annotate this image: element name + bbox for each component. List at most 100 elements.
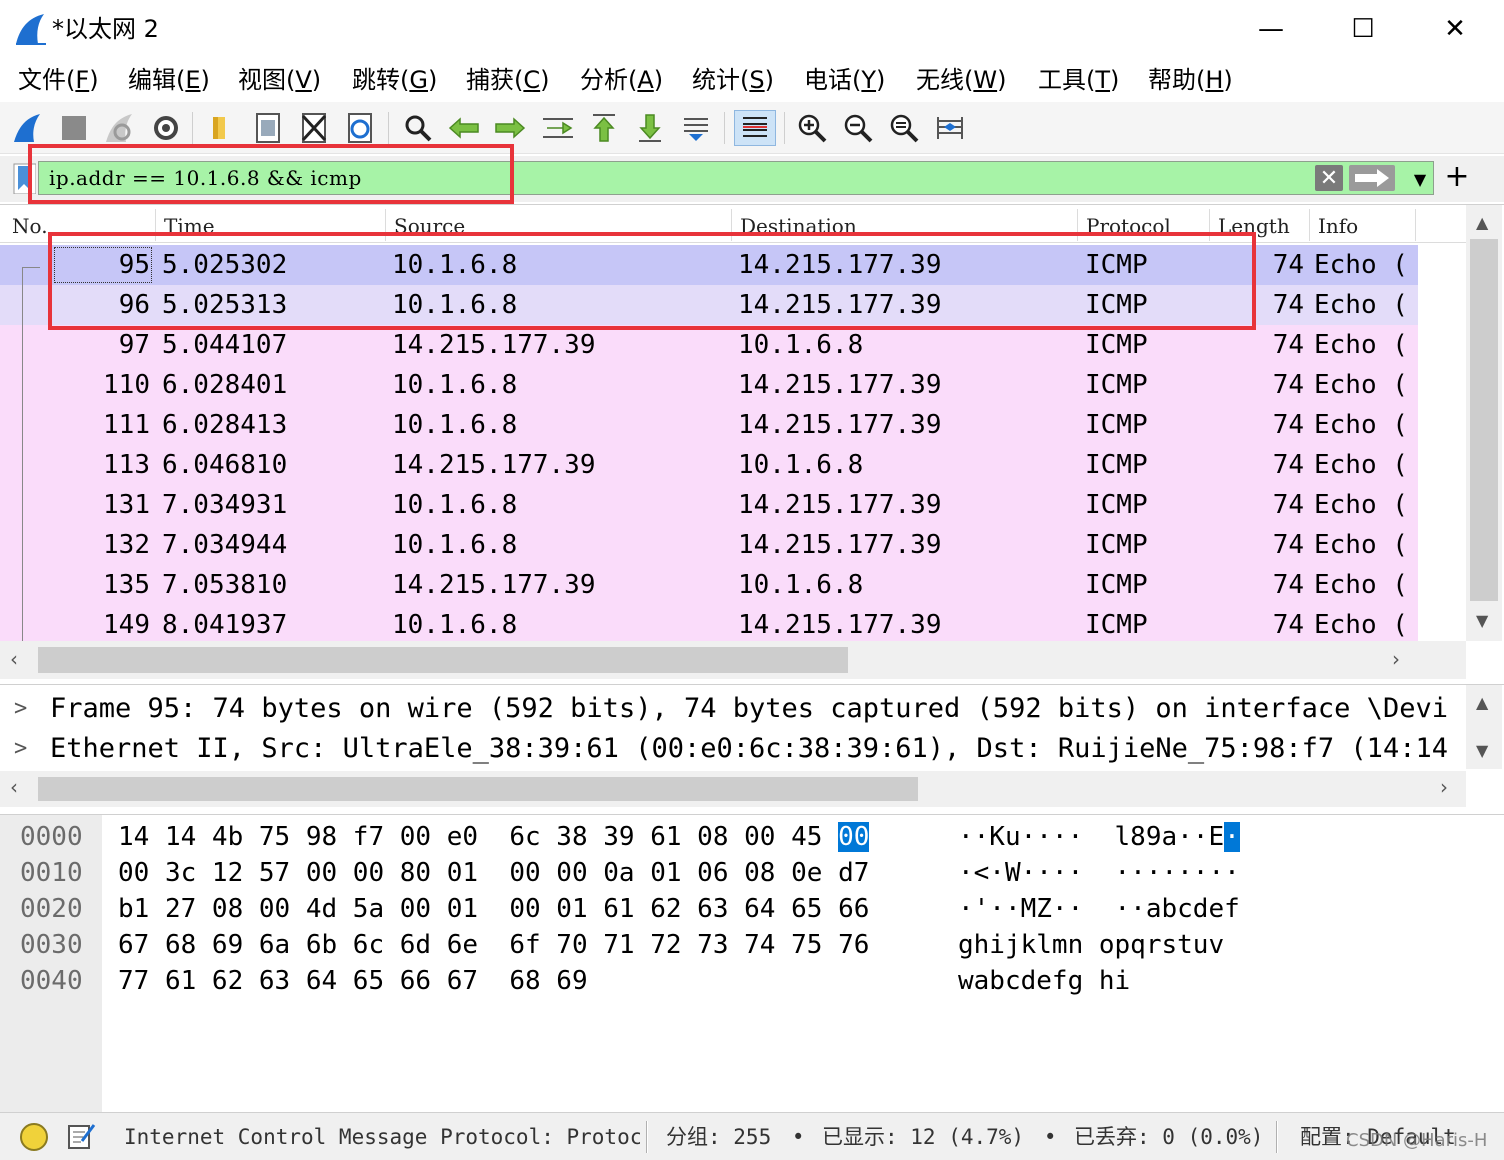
cell-length: 74 — [1272, 370, 1304, 400]
menu-wireless[interactable]: 无线(W) — [916, 64, 1006, 96]
cell-time: 6.046810 — [162, 450, 288, 480]
menu-file[interactable]: 文件(F) — [18, 64, 99, 96]
menu-capture[interactable]: 捕获(C) — [466, 64, 550, 96]
scroll-right-icon[interactable]: › — [1392, 647, 1400, 671]
close-file-icon[interactable] — [296, 110, 332, 146]
column-header-time[interactable]: Time — [156, 209, 386, 241]
menu-help[interactable]: 帮助(H) — [1148, 64, 1233, 96]
scrollbar-thumb[interactable] — [38, 777, 918, 801]
detail-row-ethernet[interactable]: > Ethernet II, Src: UltraEle_38:39:61 (0… — [0, 729, 1466, 769]
scrollbar-thumb[interactable] — [1470, 239, 1498, 601]
find-packet-icon[interactable] — [400, 110, 436, 146]
expand-arrow-icon[interactable]: > — [14, 689, 38, 729]
packet-details-pane: > Frame 95: 74 bytes on wire (592 bits),… — [0, 684, 1504, 810]
wireshark-fin-icon — [16, 14, 46, 45]
packet-row[interactable]: 97 5.044107 14.215.177.39 10.1.6.8 ICMP 74 Ech… — [0, 325, 1418, 365]
bytes-hex-group-a: 77 61 62 63 64 65 66 67 — [118, 966, 479, 996]
apply-filter-icon[interactable] — [1349, 165, 1395, 191]
add-filter-button-icon[interactable]: + — [1442, 162, 1472, 194]
menu-view[interactable]: 视图(V) — [238, 64, 321, 96]
go-to-packet-icon[interactable] — [540, 110, 576, 146]
packet-bytes-pane: 0000 14 14 4b 75 98 f7 00 e0 6c 38 39 61 … — [0, 814, 1504, 1113]
menu-edit[interactable]: 编辑(E) — [128, 64, 210, 96]
go-forward-icon[interactable] — [492, 110, 528, 146]
zoom-in-icon[interactable] — [794, 110, 830, 146]
cell-length: 74 — [1272, 290, 1304, 320]
capture-comment-icon[interactable] — [66, 1121, 96, 1156]
cell-source: 10.1.6.8 — [392, 290, 518, 320]
zoom-out-icon[interactable] — [840, 110, 876, 146]
scroll-left-icon[interactable]: ‹ — [10, 647, 18, 671]
clear-filter-icon[interactable]: ✕ — [1315, 165, 1343, 191]
column-header-info[interactable]: Info — [1310, 209, 1416, 241]
stop-capture-icon[interactable] — [56, 110, 92, 146]
resize-columns-icon[interactable] — [932, 110, 968, 146]
chevron-down-icon[interactable]: ▼ — [1407, 166, 1433, 192]
reload-file-icon[interactable] — [342, 110, 378, 146]
column-header-source[interactable]: Source — [386, 209, 732, 241]
start-capture-icon[interactable] — [10, 110, 46, 146]
column-header-destination[interactable]: Destination — [732, 209, 1078, 241]
menu-statistics[interactable]: 统计(S) — [692, 64, 774, 96]
bytes-hex-group-b: 6c 38 39 61 08 00 45 — [509, 822, 823, 852]
first-packet-icon[interactable] — [586, 110, 622, 146]
scroll-right-icon[interactable]: › — [1440, 775, 1448, 799]
bytes-hex-highlight[interactable]: 00 — [838, 822, 870, 852]
packet-row[interactable]: 110 6.028401 10.1.6.8 14.215.177.39 ICMP 74 Ec… — [0, 365, 1418, 405]
display-filter-input[interactable]: ip.addr == 10.1.6.8 && icmp ✕ ▼ — [38, 161, 1434, 195]
column-header-length[interactable]: Length — [1210, 209, 1310, 241]
packet-list-vertical-scrollbar[interactable]: ▲ ▼ — [1466, 205, 1502, 641]
bytes-hex-group-a: b1 27 08 00 4d 5a 00 01 — [118, 894, 479, 924]
maximize-button[interactable]: ☐ — [1340, 8, 1386, 50]
packet-row[interactable]: 149 8.041937 10.1.6.8 14.215.177.39 ICMP 74 Ec… — [0, 605, 1418, 641]
bytes-ascii-highlight[interactable]: · — [1224, 822, 1240, 852]
close-button[interactable]: ✕ — [1432, 8, 1478, 50]
menu-telephony[interactable]: 电话(Y) — [804, 64, 885, 96]
packet-row[interactable]: 131 7.034931 10.1.6.8 14.215.177.39 ICMP 74 Ec… — [0, 485, 1418, 525]
scroll-left-icon[interactable]: ‹ — [10, 775, 18, 799]
go-back-icon[interactable] — [446, 110, 482, 146]
packet-list-rows: 95 5.025302 10.1.6.8 14.215.177.39 ICMP 74 Ech… — [0, 245, 1466, 641]
scroll-up-icon[interactable]: ▲ — [1476, 693, 1488, 712]
scroll-up-icon[interactable]: ▲ — [1476, 213, 1488, 232]
packet-list-horizontal-scrollbar[interactable]: ‹ › — [0, 641, 1466, 679]
cell-protocol: ICMP — [1085, 410, 1148, 440]
restart-capture-icon[interactable] — [102, 110, 138, 146]
filter-text[interactable]: ip.addr == 10.1.6.8 && icmp — [49, 162, 362, 194]
packet-row[interactable]: 111 6.028413 10.1.6.8 14.215.177.39 ICMP 74 Ec… — [0, 405, 1418, 445]
bytes-offset: 0030 — [20, 930, 83, 960]
column-header-no[interactable]: No. — [4, 209, 156, 241]
colorize-icon[interactable] — [734, 110, 776, 146]
bytes-offset: 0010 — [20, 858, 83, 888]
auto-scroll-icon[interactable] — [678, 110, 714, 146]
minimize-button[interactable]: — — [1248, 8, 1294, 50]
open-file-icon[interactable] — [202, 110, 238, 146]
focus-rect — [54, 247, 152, 283]
scroll-down-icon[interactable]: ▼ — [1476, 611, 1488, 630]
bytes-hex-group-b: 00 01 61 62 63 64 65 66 — [509, 894, 870, 924]
expert-info-icon[interactable] — [20, 1123, 48, 1151]
cell-destination: 14.215.177.39 — [738, 530, 942, 560]
scroll-down-icon[interactable]: ▼ — [1476, 741, 1488, 760]
details-horizontal-scrollbar[interactable]: ‹ › — [0, 771, 1466, 807]
capture-options-icon[interactable] — [148, 110, 184, 146]
packet-row[interactable]: 132 7.034944 10.1.6.8 14.215.177.39 ICMP 74 Ec… — [0, 525, 1418, 565]
details-vertical-scrollbar[interactable]: ▲ ▼ — [1466, 685, 1502, 769]
column-header-protocol[interactable]: Protocol — [1078, 209, 1210, 241]
packet-row[interactable]: 95 5.025302 10.1.6.8 14.215.177.39 ICMP 74 Ech… — [0, 245, 1418, 285]
menu-go[interactable]: 跳转(G) — [352, 64, 437, 96]
packet-row[interactable]: 96 5.025313 10.1.6.8 14.215.177.39 ICMP 74 Ech… — [0, 285, 1418, 325]
packet-row[interactable]: 113 6.046810 14.215.177.39 10.1.6.8 ICMP 74 Ec… — [0, 445, 1418, 485]
zoom-reset-icon[interactable] — [886, 110, 922, 146]
detail-row-frame[interactable]: > Frame 95: 74 bytes on wire (592 bits),… — [0, 689, 1466, 729]
scrollbar-thumb[interactable] — [38, 647, 848, 673]
menu-analyze[interactable]: 分析(A) — [580, 64, 663, 96]
packet-row[interactable]: 135 7.053810 14.215.177.39 10.1.6.8 ICMP 74 Ec… — [0, 565, 1418, 605]
bytes-hex: 77 61 62 63 64 65 66 67 68 69 — [118, 963, 588, 999]
menu-tools[interactable]: 工具(T) — [1038, 64, 1119, 96]
expand-arrow-icon[interactable]: > — [14, 729, 38, 769]
cell-info: Echo ( — [1314, 410, 1408, 440]
last-packet-icon[interactable] — [632, 110, 668, 146]
filter-bookmark-icon[interactable] — [10, 162, 36, 194]
binary-file-icon[interactable] — [250, 110, 286, 146]
